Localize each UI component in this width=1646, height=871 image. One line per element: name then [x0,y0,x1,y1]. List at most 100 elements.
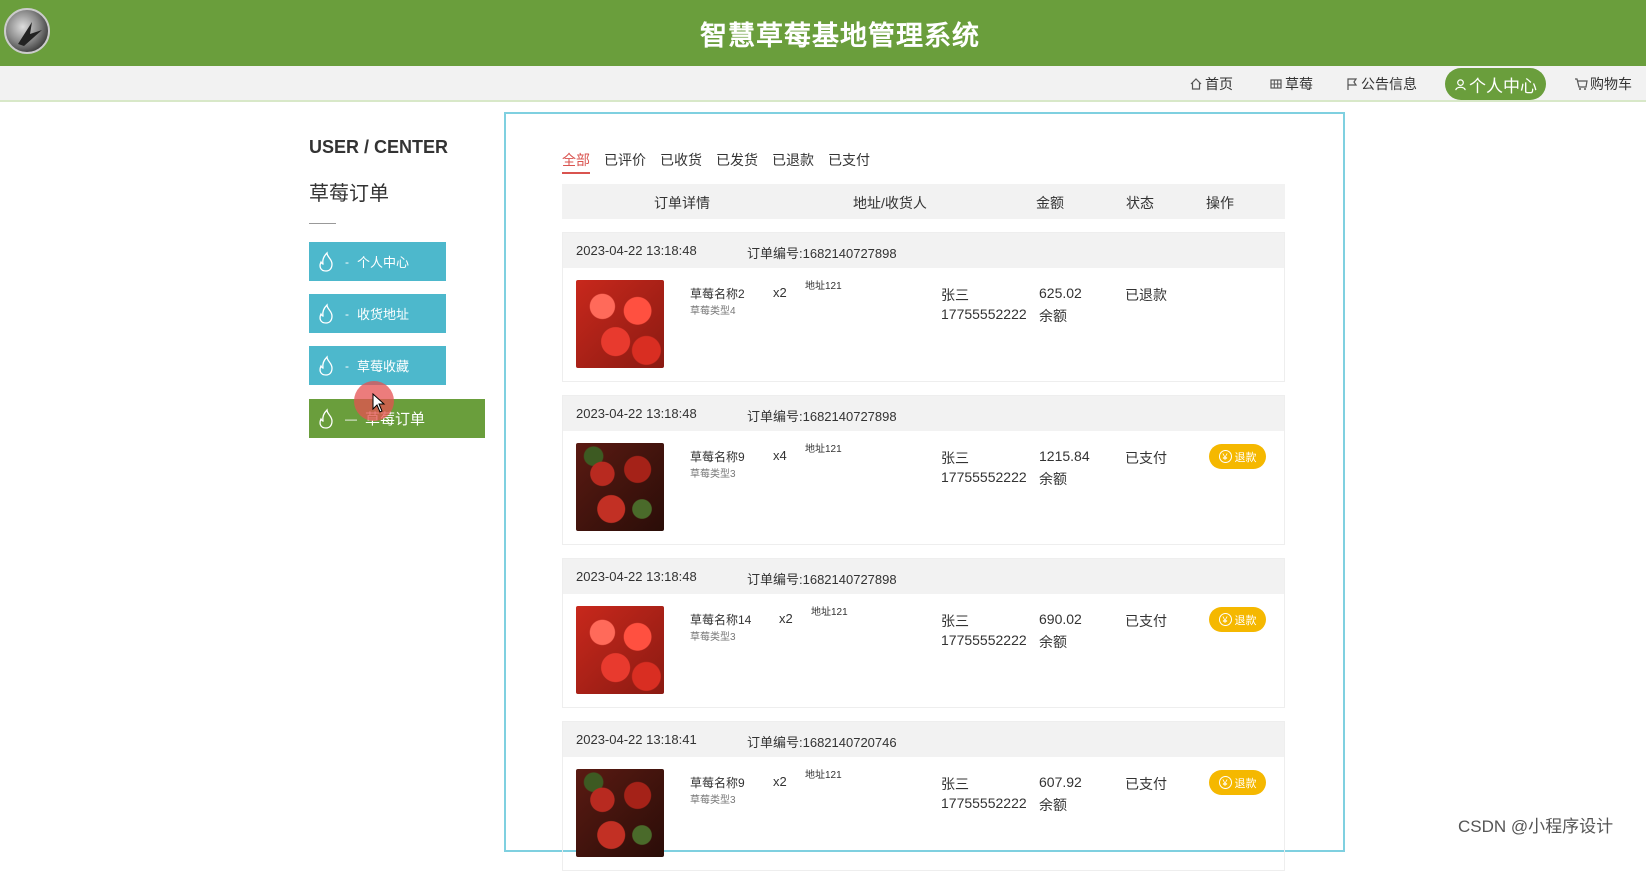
order-tabs: 全部 已评价 已收货 已发货 已退款 已支付 [562,150,870,174]
amount: 690.02 [1039,611,1082,627]
product-name: 草莓名称2 [690,287,745,301]
column-header: 订单详情 [654,195,710,211]
nav-notice-label: 公告信息 [1361,76,1417,92]
order-number: 订单编号:1682140727898 [747,572,897,587]
cart-icon [1575,78,1588,90]
amount: 1215.84 [1039,448,1090,464]
tab-shipped[interactable]: 已发货 [716,150,758,174]
nav-strawberry[interactable]: 草莓 [1269,74,1313,94]
sidebar-item-address[interactable]: - 收货地址 [309,294,446,333]
strawberry-thumbnail[interactable] [576,606,664,694]
column-header: 地址/收货人 [853,195,927,211]
sidebar-heading: USER / CENTER [309,137,449,157]
strawberry-thumbnail[interactable] [576,769,664,857]
divider [309,223,336,224]
nav-user-center[interactable]: 个人中心 [1445,68,1546,100]
refund-button[interactable]: ¥ 退款 [1209,444,1266,469]
strawberry-thumbnail[interactable] [576,280,664,368]
quantity: x4 [773,448,787,463]
home-icon [1190,78,1202,90]
sidebar-item-label: 草莓收藏 [357,359,410,374]
column-header: 状态 [1126,195,1154,211]
tab-refunded[interactable]: 已退款 [772,150,814,174]
tab-paid[interactable]: 已支付 [828,150,870,174]
product-type: 草莓类型3 [690,469,736,480]
table-header: 订单详情 地址/收货人 金额 状态 操作 [562,184,1285,219]
refund-button[interactable]: ¥ 退款 [1209,607,1266,632]
tab-reviewed[interactable]: 已评价 [604,150,646,174]
address: 地址121 [805,770,842,781]
product-type: 草莓类型3 [690,795,736,806]
yen-icon: ¥ [1218,613,1232,626]
dash: - [345,254,349,269]
order-time: 2023-04-22 13:18:48 [576,243,697,258]
sidebar-item-orders[interactable]: — 草莓订单 [309,399,485,438]
product-name: 草莓名称14 [690,613,752,627]
amount: 625.02 [1039,285,1082,301]
tab-all[interactable]: 全部 [562,150,590,174]
payment-method: 余额 [1039,634,1067,650]
yen-icon: ¥ [1218,450,1232,463]
order-panel: 全部 已评价 已收货 已发货 已退款 已支付 订单详情 地址/收货人 金额 状态… [504,112,1345,871]
column-header: 金额 [1036,195,1064,211]
refund-label: 退款 [1234,451,1257,464]
order-status: 已支付 [1125,450,1167,466]
receiver-name: 张三 [941,450,969,466]
order-status: 已支付 [1125,613,1167,629]
receiver-name: 张三 [941,613,969,629]
address: 地址121 [805,281,842,292]
receiver-phone: 17755552222 [941,632,1027,648]
flame-icon [319,407,333,429]
receiver-phone: 17755552222 [941,306,1027,322]
sidebar-item-favorites[interactable]: - 草莓收藏 [309,346,446,385]
order-time: 2023-04-22 13:18:41 [576,732,697,747]
quantity: x2 [779,611,793,626]
order-header: 2023-04-22 13:18:48 订单编号:1682140727898 [563,559,1284,594]
receiver-phone: 17755552222 [941,795,1027,811]
quantity: x2 [773,774,787,789]
yen-icon: ¥ [1218,776,1232,789]
payment-method: 余额 [1039,471,1067,487]
refund-label: 退款 [1234,777,1257,790]
dash: — [345,411,357,426]
order-header: 2023-04-22 13:18:48 订单编号:1682140727898 [563,396,1284,431]
flame-icon [319,250,333,272]
payment-method: 余额 [1039,797,1067,813]
order-card: 2023-04-22 13:18:48 订单编号:1682140727898 草… [562,558,1285,708]
product-name: 草莓名称9 [690,450,745,464]
nav-home[interactable]: 首页 [1189,74,1233,94]
amount: 607.92 [1039,774,1082,790]
dash: - [345,358,349,373]
order-card: 2023-04-22 13:18:48 订单编号:1682140727898 草… [562,395,1285,545]
flame-icon [319,354,333,376]
product-type: 草莓类型4 [690,306,736,317]
sidebar-item-user-center[interactable]: - 个人中心 [309,242,446,281]
nav-notice[interactable]: 公告信息 [1345,74,1417,94]
order-header: 2023-04-22 13:18:48 订单编号:1682140727898 [563,233,1284,268]
order-card: 2023-04-22 13:18:41 订单编号:1682140720746 草… [562,721,1285,871]
order-status: 已退款 [1125,287,1167,303]
refund-label: 退款 [1234,614,1257,627]
flame-icon [319,302,333,324]
address: 地址121 [811,607,848,618]
sidebar-item-label: 个人中心 [357,255,410,270]
site-title: 智慧草莓基地管理系统 [700,21,980,52]
column-header: 操作 [1206,195,1234,211]
main-nav: 首页 草莓 公告信息 个人中心 购物车 [0,66,1646,102]
grid-icon [1270,79,1282,89]
nav-home-label: 首页 [1205,76,1233,92]
payment-method: 余额 [1039,308,1067,324]
quantity: x2 [773,285,787,300]
watermark: CSDN @小程序设计 [1458,817,1614,836]
sidebar-item-label: 收货地址 [357,307,410,322]
order-card: 2023-04-22 13:18:48 订单编号:1682140727898 草… [562,232,1285,382]
strawberry-thumbnail[interactable] [576,443,664,531]
tab-received[interactable]: 已收货 [660,150,702,174]
flag-icon [1347,78,1358,90]
order-status: 已支付 [1125,776,1167,792]
nav-user-center-label: 个人中心 [1469,76,1537,96]
user-icon [1455,78,1466,90]
nav-cart[interactable]: 购物车 [1574,74,1632,94]
refund-button[interactable]: ¥ 退款 [1209,770,1266,795]
product-type: 草莓类型3 [690,632,736,643]
